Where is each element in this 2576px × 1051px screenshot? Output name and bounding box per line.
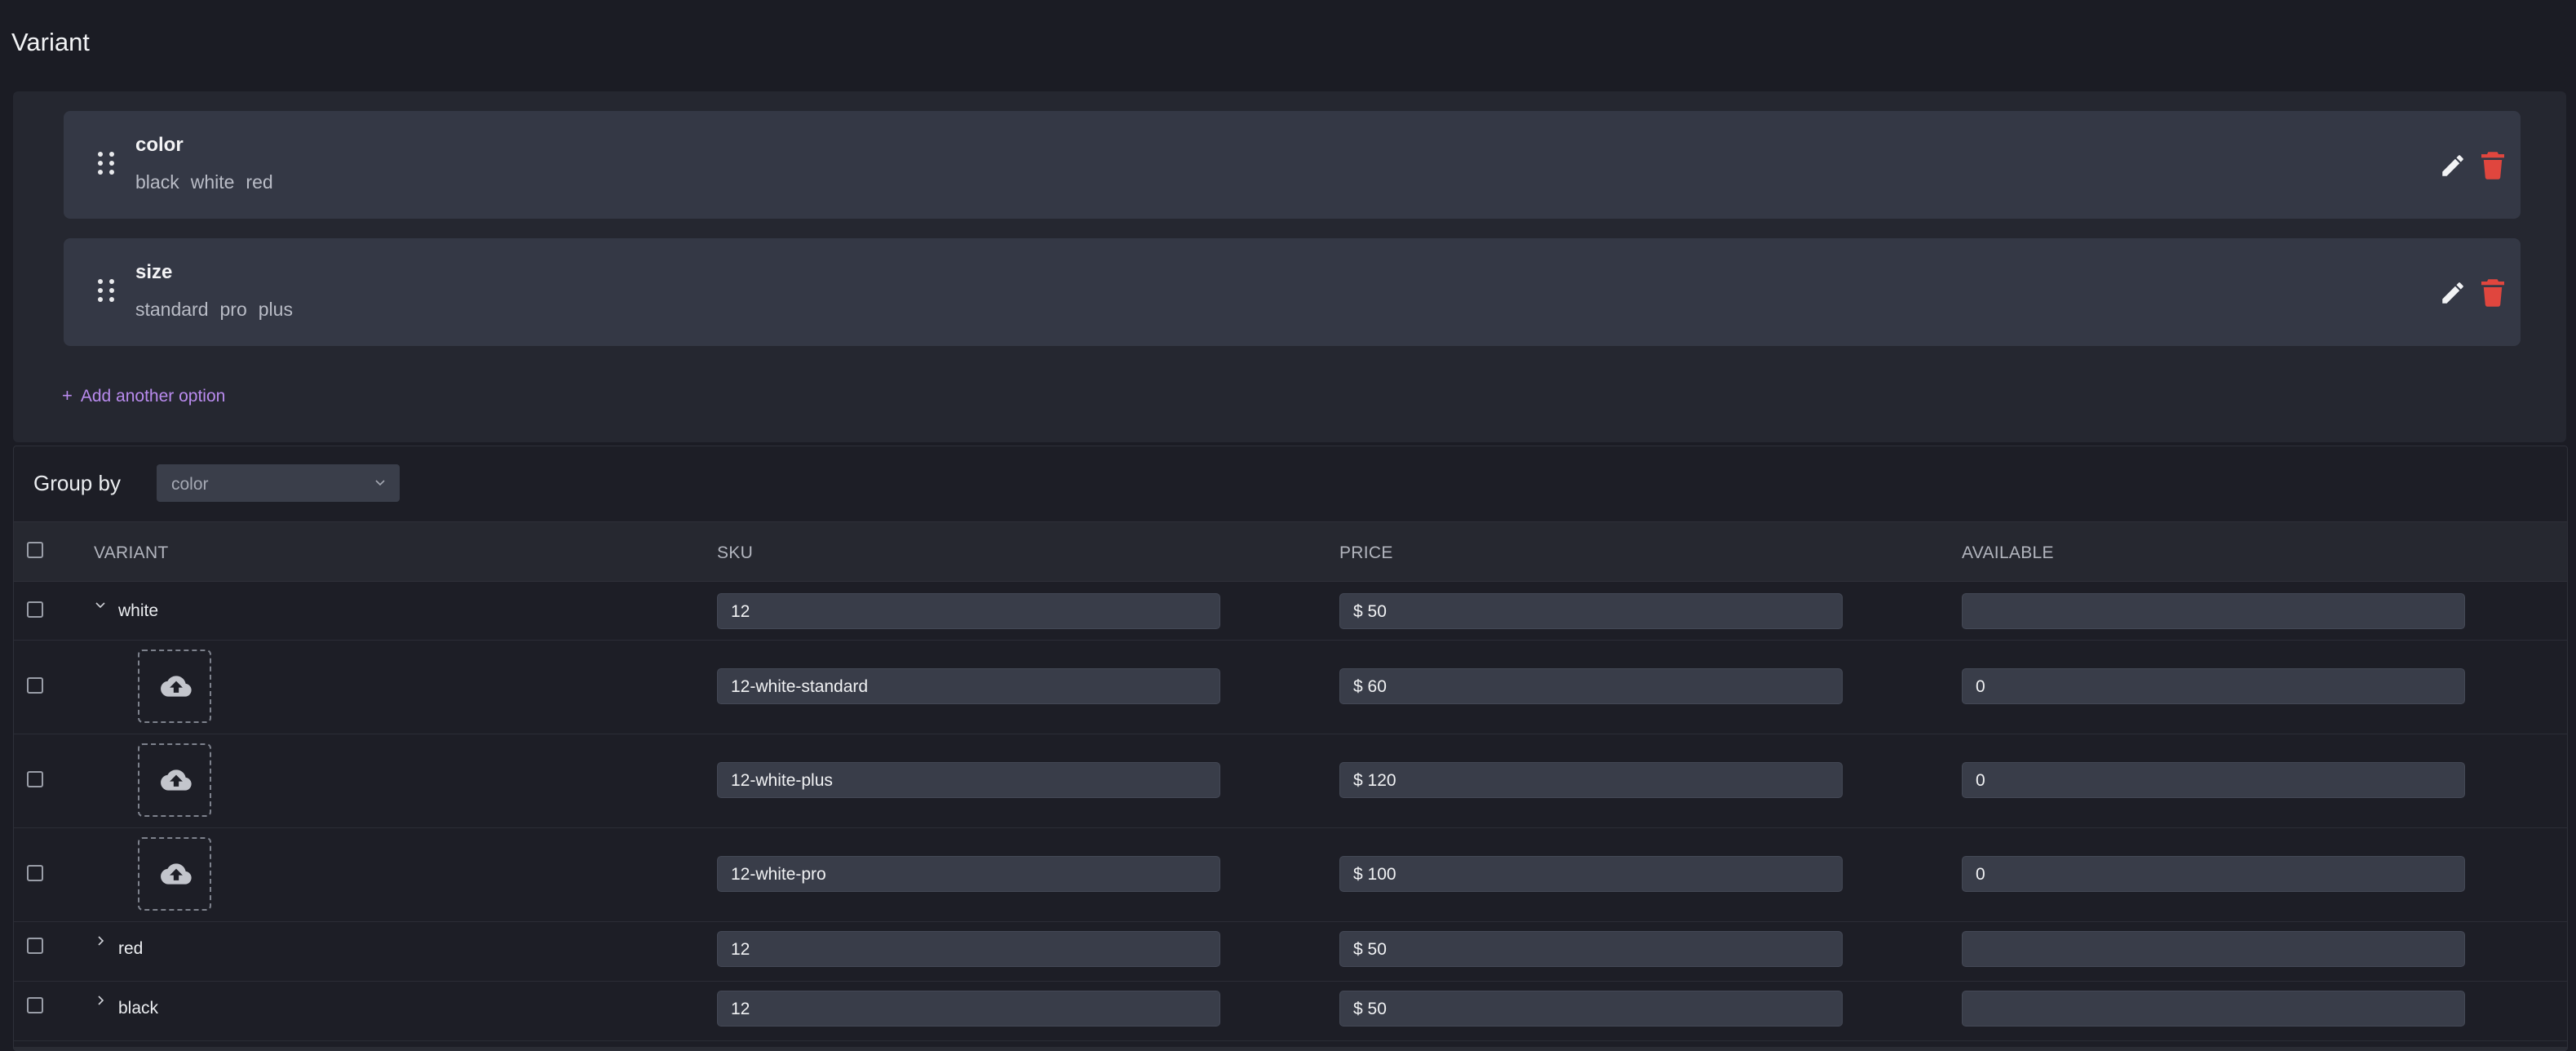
option-value: plus [258, 299, 293, 320]
option-value: standard [135, 299, 209, 320]
option-values: black white red [135, 171, 273, 193]
option-card-color: color black white red [64, 111, 2521, 219]
option-value: black [135, 171, 179, 193]
row-checkbox[interactable] [27, 865, 43, 881]
drag-handle-icon[interactable] [98, 279, 117, 305]
price-input[interactable]: $ 100 [1339, 856, 1843, 892]
row-checkbox[interactable] [27, 601, 43, 618]
price-input[interactable]: $ 50 [1339, 593, 1843, 629]
sku-input[interactable]: 12-white-pro [717, 856, 1220, 892]
header-price: PRICE [1339, 543, 1393, 562]
row-checkbox[interactable] [27, 771, 43, 787]
available-input[interactable]: 0 [1962, 668, 2465, 704]
sku-input[interactable]: 12 [717, 593, 1220, 629]
table-row-group-black: black 12 $ 50 [14, 981, 2567, 1041]
select-all-checkbox[interactable] [27, 542, 43, 558]
table-row-group-white: white 12 $ 50 [14, 580, 2567, 641]
table-row-variant: 12-white-plus $ 120 0 [14, 734, 2567, 828]
option-card-size: size standard pro plus [64, 238, 2521, 346]
upload-cloud-icon [161, 676, 192, 697]
chevron-down-icon[interactable] [94, 598, 107, 611]
available-input[interactable] [1962, 931, 2465, 967]
image-upload-button[interactable] [138, 650, 211, 723]
group-label: red [118, 939, 144, 958]
drag-handle-icon[interactable] [98, 152, 117, 178]
price-input[interactable]: $ 60 [1339, 668, 1843, 704]
header-available: AVAILABLE [1962, 543, 2054, 562]
plus-icon: + [62, 385, 73, 406]
image-upload-button[interactable] [138, 837, 211, 911]
available-input[interactable] [1962, 593, 2465, 629]
sku-input[interactable]: 12 [717, 931, 1220, 967]
row-checkbox[interactable] [27, 938, 43, 954]
sku-input[interactable]: 12 [717, 991, 1220, 1027]
price-input[interactable]: $ 120 [1339, 762, 1843, 798]
chevron-down-icon [375, 480, 385, 486]
option-value: pro [219, 299, 247, 320]
group-by-select[interactable]: color [157, 464, 400, 502]
row-checkbox[interactable] [27, 677, 43, 694]
option-name: size [135, 261, 173, 283]
available-input[interactable]: 0 [1962, 856, 2465, 892]
add-option-label: Add another option [80, 387, 226, 406]
variants-table-panel: Group by color VARIANT SKU PRICE AVAILAB… [13, 446, 2568, 1051]
row-checkbox[interactable] [27, 997, 43, 1013]
chevron-right-icon[interactable] [94, 994, 107, 1007]
table-header: VARIANT SKU PRICE AVAILABLE [14, 521, 2567, 582]
table-row-variant: 12-white-standard $ 60 0 [14, 640, 2567, 734]
group-by-value: color [171, 475, 209, 494]
group-label: black [118, 999, 159, 1018]
option-name: color [135, 134, 184, 156]
sku-input[interactable]: 12-white-plus [717, 762, 1220, 798]
edit-pencil-icon[interactable] [2439, 279, 2467, 307]
sku-input[interactable]: 12-white-standard [717, 668, 1220, 704]
table-row-group-red: red 12 $ 50 [14, 921, 2567, 982]
horizontal-scrollbar[interactable] [14, 1047, 2567, 1050]
option-value: white [190, 171, 235, 193]
options-panel: color black white red size standard pro … [13, 91, 2566, 442]
option-values: standard pro plus [135, 299, 293, 321]
upload-cloud-icon [161, 863, 192, 885]
available-input[interactable]: 0 [1962, 762, 2465, 798]
add-option-button[interactable]: + Add another option [62, 385, 225, 406]
header-sku: SKU [717, 543, 754, 562]
price-input[interactable]: $ 50 [1339, 991, 1843, 1027]
option-value: red [246, 171, 273, 193]
table-row-variant: 12-white-pro $ 100 0 [14, 827, 2567, 922]
group-label: white [118, 601, 159, 620]
image-upload-button[interactable] [138, 743, 211, 817]
trash-icon[interactable] [2481, 279, 2504, 307]
upload-cloud-icon [161, 769, 192, 791]
edit-pencil-icon[interactable] [2439, 152, 2467, 180]
page-title: Variant [11, 28, 90, 56]
header-variant: VARIANT [94, 543, 169, 562]
available-input[interactable] [1962, 991, 2465, 1027]
trash-icon[interactable] [2481, 152, 2504, 180]
group-by-label: Group by [33, 471, 121, 495]
chevron-right-icon[interactable] [94, 934, 107, 947]
price-input[interactable]: $ 50 [1339, 931, 1843, 967]
